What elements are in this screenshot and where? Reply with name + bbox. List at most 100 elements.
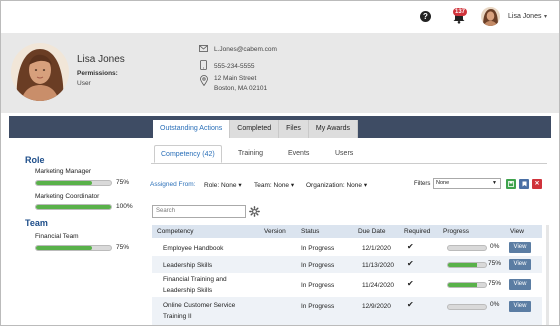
search-placeholder: Search — [156, 208, 176, 214]
competency-name-line2: Leadership Skills — [163, 287, 213, 294]
row-status: In Progress — [301, 262, 335, 269]
row-progress-bar — [447, 282, 487, 288]
team-section-title: Team — [25, 218, 48, 228]
row-progress-bar — [447, 262, 487, 268]
profile-header: Lisa Jones Permissions: User L.Jones@cab… — [1, 33, 559, 113]
subtab-events[interactable]: Events — [282, 145, 315, 163]
profile-email[interactable]: L.Jones@cabem.com — [214, 46, 277, 53]
competency-name-line2: Training II — [163, 313, 192, 320]
bookmark-filter-button[interactable] — [519, 179, 529, 189]
phone-icon — [200, 60, 207, 70]
close-icon: ✕ — [534, 181, 540, 187]
role-filter-label: Role: None — [204, 182, 237, 189]
row-status: In Progress — [301, 303, 335, 310]
checkmark-icon: ✔ — [407, 300, 414, 309]
filters-label: Filters — [414, 181, 431, 187]
row-due-date: 11/24/2020 — [362, 282, 395, 289]
view-button[interactable]: View — [509, 279, 531, 290]
competency-name: Financial Training and — [163, 276, 227, 283]
row-status: In Progress — [301, 282, 335, 289]
bookmark-icon — [522, 181, 526, 187]
help-icon[interactable]: ? — [420, 11, 431, 22]
subtab-users[interactable]: Users — [329, 145, 359, 163]
team-progress-pct: 75% — [116, 244, 130, 251]
top-bar: ? 137 Lisa Jones ▾ — [1, 1, 559, 33]
row-progress-pct: 75% — [488, 260, 502, 267]
saved-filters-value: None — [436, 180, 450, 186]
checkmark-icon: ✔ — [407, 259, 414, 268]
tab-outstanding-actions[interactable]: Outstanding Actions — [153, 120, 231, 138]
organization-filter-label: Organization: None — [306, 182, 363, 189]
column-header-competency[interactable]: Competency — [157, 228, 194, 235]
team-label: Financial Team — [35, 233, 79, 240]
competency-name: Leadership Skills — [163, 262, 213, 269]
chevron-down-icon: ▾ — [363, 182, 368, 189]
chevron-down-icon[interactable]: ▾ — [544, 13, 547, 20]
subtab-competency[interactable]: Competency (42) — [154, 145, 222, 163]
permissions-label: Permissions: — [77, 70, 118, 77]
role-section-title: Role — [25, 155, 45, 165]
competency-name: Online Customer Service — [163, 302, 236, 309]
column-header-progress[interactable]: Progress — [443, 228, 469, 235]
tab-files[interactable]: Files — [279, 120, 309, 138]
checkmark-icon: ✔ — [407, 242, 414, 251]
chevron-down-icon: ▾ — [290, 182, 295, 189]
app-frame: ? 137 Lisa Jones ▾ Lisa Jones Permission… — [0, 0, 560, 326]
column-header-required[interactable]: Required — [404, 228, 430, 235]
checkmark-icon: ✔ — [407, 279, 414, 288]
location-pin-icon — [200, 75, 208, 86]
role-progress-pct: 75% — [116, 179, 130, 186]
column-header-due-date[interactable]: Due Date — [358, 228, 385, 235]
table-scrollbar[interactable] — [546, 225, 549, 325]
saved-filters-select[interactable]: None ▼ — [433, 178, 501, 189]
notification-count-badge: 137 — [453, 8, 468, 16]
profile-name: Lisa Jones — [77, 54, 125, 65]
user-menu-name[interactable]: Lisa Jones — [508, 13, 541, 20]
assigned-from-label: Assigned From: — [150, 181, 196, 188]
role-filter-dropdown[interactable]: Role: None ▾ — [204, 181, 242, 189]
subtab-training[interactable]: Training — [232, 145, 269, 163]
row-progress-bar — [447, 304, 487, 310]
notifications-button[interactable]: 137 — [450, 8, 470, 25]
view-button[interactable]: View — [509, 259, 531, 270]
view-button[interactable]: View — [509, 301, 531, 312]
search-input[interactable]: Search — [152, 205, 246, 218]
subtab-divider — [151, 163, 547, 164]
save-icon — [508, 181, 514, 187]
profile-phone: 555-234-5555 — [214, 63, 255, 70]
team-progress-bar — [35, 245, 112, 251]
competency-name: Employee Handbook — [163, 245, 224, 252]
row-progress-pct: 75% — [488, 280, 502, 287]
tab-my-awards[interactable]: My Awards — [308, 120, 359, 138]
row-status: In Progress — [301, 245, 335, 252]
clear-filter-button[interactable]: ✕ — [532, 179, 542, 189]
profile-address-line1: 12 Main Street — [214, 75, 257, 82]
row-due-date: 12/9/2020 — [362, 303, 391, 310]
user-avatar[interactable] — [481, 7, 500, 26]
chevron-down-icon: ▾ — [238, 182, 242, 189]
row-due-date: 11/13/2020 — [362, 262, 395, 269]
save-filter-button[interactable] — [506, 179, 516, 189]
tab-completed[interactable]: Completed — [230, 120, 280, 138]
role-label: Marketing Manager — [35, 168, 91, 175]
role-progress-pct: 100% — [116, 203, 133, 210]
profile-photo — [11, 43, 69, 101]
column-header-view[interactable]: View — [510, 228, 524, 235]
role-progress-bar — [35, 204, 112, 210]
column-header-status[interactable]: Status — [301, 228, 319, 235]
email-icon — [199, 45, 208, 52]
role-progress-bar — [35, 180, 112, 186]
row-progress-pct: 0% — [490, 301, 500, 308]
row-progress-bar — [447, 245, 487, 251]
row-progress-pct: 0% — [490, 243, 500, 250]
view-button[interactable]: View — [509, 242, 531, 253]
main-tabs: Outstanding Actions Completed Files My A… — [153, 120, 359, 138]
chevron-down-icon: ▼ — [492, 180, 497, 186]
profile-address-line2: Boston, MA 02101 — [214, 85, 268, 92]
team-filter-dropdown[interactable]: Team: None ▾ — [254, 181, 294, 189]
organization-filter-dropdown[interactable]: Organization: None ▾ — [306, 181, 367, 189]
gear-icon[interactable] — [249, 206, 260, 217]
role-label: Marketing Coordinator — [35, 193, 100, 200]
column-header-version[interactable]: Version — [264, 228, 286, 235]
row-due-date: 12/1/2020 — [362, 245, 391, 252]
